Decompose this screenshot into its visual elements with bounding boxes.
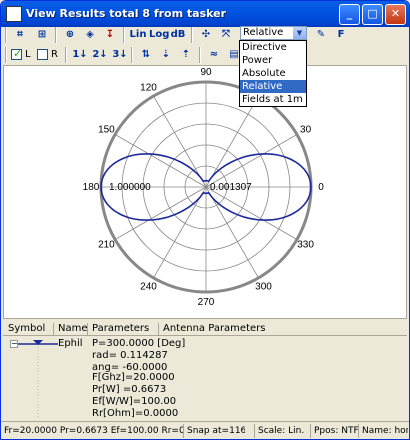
polar-chart: 90603003303002702402101801501201.0000000…: [83, 67, 325, 308]
table-view-icon[interactable]: ⊞: [33, 26, 51, 44]
window-title: View Results total 8 from tasker: [26, 7, 227, 20]
toolbar-separator: [123, 27, 125, 43]
row-name: Ephil: [58, 338, 83, 349]
angle-label-30: 30: [300, 125, 312, 136]
toolbar-separator: [55, 27, 57, 43]
antenna-param-frequency: F[Ghz]=20.0000: [92, 372, 175, 383]
polar-radial-line: [114, 186, 207, 240]
toolbar-separator: [191, 27, 193, 43]
antenna-param-efficiency: Ef[W/W]=100.00: [92, 396, 177, 407]
angle-label-300: 300: [255, 282, 272, 293]
log-scale-icon[interactable]: Log: [149, 26, 169, 44]
l-checkbox[interactable]: ✓: [11, 47, 23, 60]
toolbar-grip: [5, 27, 7, 43]
status-snap: Snap at=1161: [183, 424, 245, 438]
db-scale-icon[interactable]: dB: [169, 26, 187, 44]
polar-radial-line: [205, 95, 259, 188]
col-header-symbol[interactable]: Symbol: [8, 323, 45, 334]
trace-1-icon[interactable]: 1↓: [71, 46, 89, 64]
col-header-parameters[interactable]: Parameters: [92, 323, 149, 334]
close-button[interactable]: ✕: [385, 4, 406, 25]
checkmark-icon: ✓: [13, 47, 23, 60]
polar-plot-icon[interactable]: ⊕: [61, 26, 79, 44]
polar-radial-line: [153, 186, 207, 279]
title-bar[interactable]: View Results total 8 from tasker _ □ ✕: [1, 1, 409, 27]
results-grid-header: Symbol Name Parameters Antenna Parameter…: [3, 322, 407, 336]
antenna-param-power: Pr[W] =0.6673: [92, 384, 167, 395]
angle-label-240: 240: [140, 282, 157, 293]
status-ppos: Ppos: NTF: [310, 424, 358, 438]
param-p: P=300.0000 [Deg]: [92, 338, 186, 349]
angle-label-0: 0: [318, 182, 324, 193]
status-name: Name: horn1: [358, 424, 408, 438]
angle-label-180: 180: [83, 182, 100, 193]
lin-scale-icon[interactable]: Lin: [129, 26, 147, 44]
angle-label-150: 150: [98, 125, 115, 136]
r-checkbox[interactable]: [37, 49, 48, 60]
option-relative[interactable]: Relative: [240, 80, 306, 93]
toolbar-separator: [65, 47, 67, 63]
polar-radial-line: [205, 186, 259, 279]
angle-label-90: 90: [200, 67, 212, 78]
trace-3-icon[interactable]: 3↓: [111, 46, 129, 64]
polar-plot-area[interactable]: 90603003303002702402101801501201.0000000…: [3, 65, 407, 319]
cartesian-plot-icon[interactable]: ⌗: [11, 26, 29, 44]
toolbar-top: ⌗ ⊞ ⊕ ◈ ↧ Lin Log dB ✣ ⤧ ✎ F: [3, 25, 407, 45]
formula-icon[interactable]: F: [332, 26, 350, 44]
minimize-button[interactable]: _: [339, 4, 360, 25]
trace-2-icon[interactable]: 2↓: [91, 46, 109, 64]
column-divider[interactable]: [53, 323, 54, 335]
export-icon[interactable]: ↧: [101, 26, 119, 44]
field-type-dropdown[interactable]: Directive Power Absolute Relative Fields…: [239, 40, 307, 107]
l-checkbox-label: L: [25, 49, 31, 60]
angle-label-120: 120: [140, 82, 157, 93]
option-directive[interactable]: Directive: [240, 41, 306, 54]
results-grid: − Ephil P=300.0000 [Deg] rad= 0.114287 a…: [3, 336, 407, 419]
step-icon[interactable]: ⇅: [137, 46, 155, 64]
col-header-name[interactable]: Name: [58, 323, 88, 334]
toolbar-separator: [199, 47, 201, 63]
scale-tool-icon[interactable]: ⤧: [217, 26, 235, 44]
maximize-button[interactable]: □: [362, 4, 383, 25]
field-type-select-value: Relative: [243, 27, 284, 38]
toolbar-bottom: ✓ L R 1↓ 2↓ 3↓ ⇅ ⇣ ⇡ ≈ ▤ ▭: [3, 45, 407, 65]
angle-label-330: 330: [297, 240, 314, 251]
column-divider[interactable]: [87, 323, 88, 335]
wave-icon[interactable]: ≈: [205, 46, 223, 64]
min-value-label: 0.001307: [210, 182, 252, 193]
3d-plot-icon[interactable]: ◈: [81, 26, 99, 44]
fit-icon[interactable]: ✣: [197, 26, 215, 44]
collapse-icon[interactable]: −: [10, 340, 18, 348]
polar-radial-line: [114, 134, 207, 188]
antenna-param-resistance: Rr[Ohm]=0.0000: [92, 408, 179, 419]
option-absolute[interactable]: Absolute: [240, 67, 306, 80]
toolbar-grip: [5, 47, 7, 63]
polar-radial-line: [205, 186, 298, 240]
polar-radial-line: [205, 134, 298, 188]
app-icon: [6, 6, 22, 22]
pen-icon[interactable]: ✎: [312, 26, 330, 44]
r-checkbox-label: R: [51, 49, 58, 60]
angle-label-210: 210: [98, 240, 115, 251]
status-summary: Fr=20.0000 Pr=0.6673 Ef=100.00 Rr=0.0000: [4, 426, 183, 436]
column-divider[interactable]: [158, 323, 159, 335]
col-header-antenna-parameters[interactable]: Antenna Parameters: [163, 323, 265, 334]
field-type-select[interactable]: Relative ▼: [240, 26, 307, 40]
max-value-label: 1.000000: [109, 182, 151, 193]
chevron-down-icon[interactable]: ▼: [293, 27, 306, 39]
option-power[interactable]: Power: [240, 54, 306, 67]
option-fields-at-1m[interactable]: Fields at 1m: [240, 93, 306, 106]
toolbar-separator: [131, 47, 133, 63]
step-down-icon[interactable]: ⇣: [157, 46, 175, 64]
param-rad: rad= 0.114287: [92, 350, 168, 361]
step-up-icon[interactable]: ⇡: [177, 46, 195, 64]
status-scale: Scale: Lin.: [254, 424, 310, 438]
status-bar: Fr=20.0000 Pr=0.6673 Ef=100.00 Rr=0.0000…: [1, 421, 409, 439]
trace-symbol-icon: [18, 340, 58, 417]
results-window: View Results total 8 from tasker _ □ ✕ ⌗…: [0, 0, 410, 440]
polar-radial-line: [153, 95, 207, 188]
angle-label-270: 270: [198, 297, 215, 308]
